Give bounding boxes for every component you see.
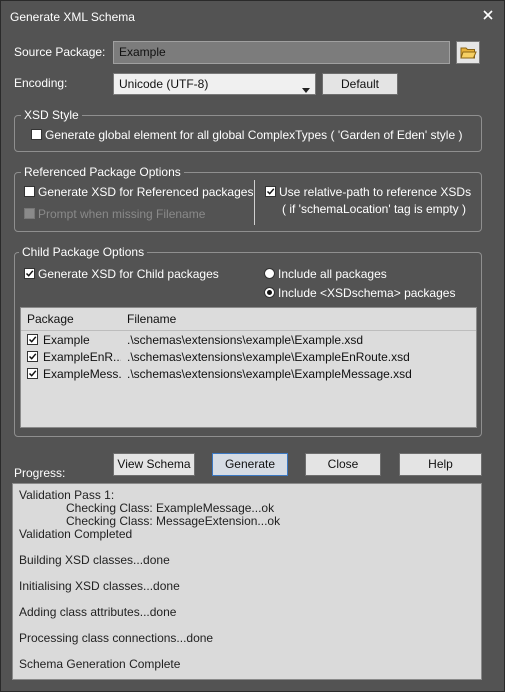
relative-path-label: Use relative-path to reference XSDs [279, 185, 472, 199]
close-button[interactable]: Close [305, 453, 381, 476]
child-packages-list[interactable]: Package Filename Example .\schemas\exten… [20, 307, 477, 428]
include-xsdschema-radio[interactable] [264, 287, 275, 298]
table-row[interactable]: ExampleEnR... .\schemas\extensions\examp… [21, 348, 476, 365]
column-header-package[interactable]: Package [27, 312, 74, 326]
source-package-field[interactable]: Example [113, 41, 450, 64]
table-row[interactable]: ExampleMess... .\schemas\extensions\exam… [21, 365, 476, 382]
view-schema-button[interactable]: View Schema [113, 453, 195, 476]
progress-line: Checking Class: MessageExtension...ok [66, 514, 281, 528]
list-header: Package Filename [21, 308, 476, 331]
help-button[interactable]: Help [399, 453, 482, 476]
progress-output[interactable]: Validation Pass 1: Checking Class: Examp… [12, 483, 482, 680]
xsd-style-title: XSD Style [21, 108, 82, 122]
encoding-label: Encoding: [14, 76, 68, 90]
encoding-select[interactable]: Unicode (UTF-8) [113, 73, 316, 95]
child-package-options-title: Child Package Options [19, 245, 148, 259]
row-checkbox[interactable] [27, 351, 38, 362]
prompt-missing-filename-label: Prompt when missing Filename [38, 207, 206, 221]
row-filename: .\schemas\extensions\example\ExampleMess… [127, 367, 412, 381]
row-package: ExampleMess... [43, 367, 121, 381]
generate-child-checkbox[interactable] [24, 268, 35, 279]
row-package: ExampleEnR... [43, 350, 121, 364]
prompt-missing-filename-checkbox [24, 208, 35, 219]
row-filename: .\schemas\extensions\example\Example.xsd [127, 333, 364, 347]
progress-line: Validation Completed [19, 527, 133, 541]
include-all-label: Include all packages [278, 267, 387, 281]
progress-line: Validation Pass 1: [19, 488, 115, 502]
include-xsdschema-label: Include <XSDschema> packages [278, 286, 456, 300]
close-window-icon[interactable] [480, 7, 496, 23]
progress-line: Adding class attributes...done [19, 605, 177, 619]
progress-line: Schema Generation Complete [19, 657, 181, 671]
chevron-down-icon [302, 82, 310, 96]
relative-path-note: ( if 'schemaLocation' tag is empty ) [282, 202, 466, 216]
garden-of-eden-label: Generate global element for all global C… [45, 128, 463, 142]
window-title: Generate XML Schema [10, 10, 135, 24]
generate-button[interactable]: Generate [212, 453, 288, 476]
folder-open-icon [460, 45, 477, 63]
generate-referenced-label: Generate XSD for Referenced packages [38, 185, 254, 199]
row-filename: .\schemas\extensions\example\ExampleEnRo… [127, 350, 410, 364]
garden-of-eden-checkbox[interactable] [31, 129, 42, 140]
encoding-value: Unicode (UTF-8) [119, 77, 209, 91]
column-header-filename[interactable]: Filename [127, 312, 176, 326]
progress-line: Building XSD classes...done [19, 553, 170, 567]
generate-child-label: Generate XSD for Child packages [38, 267, 219, 281]
progress-line: Processing class connections...done [19, 631, 214, 645]
browse-folder-button[interactable] [456, 41, 480, 64]
table-row[interactable]: Example .\schemas\extensions\example\Exa… [21, 331, 476, 348]
default-encoding-button[interactable]: Default [322, 73, 398, 95]
progress-label: Progress: [14, 466, 66, 480]
include-all-radio[interactable] [264, 268, 275, 279]
generate-xml-schema-dialog: Generate XML Schema Source Package: Exam… [0, 0, 505, 692]
relative-path-checkbox[interactable] [265, 186, 276, 197]
options-divider [254, 180, 255, 225]
progress-line: Checking Class: ExampleMessage...ok [66, 501, 275, 515]
row-checkbox[interactable] [27, 334, 38, 345]
row-checkbox[interactable] [27, 368, 38, 379]
generate-referenced-checkbox[interactable] [24, 186, 35, 197]
referenced-package-options-title: Referenced Package Options [21, 165, 184, 179]
title-bar: Generate XML Schema [1, 1, 504, 31]
row-package: Example [43, 333, 90, 347]
progress-line: Initialising XSD classes...done [19, 579, 180, 593]
source-package-label: Source Package: [14, 45, 106, 59]
